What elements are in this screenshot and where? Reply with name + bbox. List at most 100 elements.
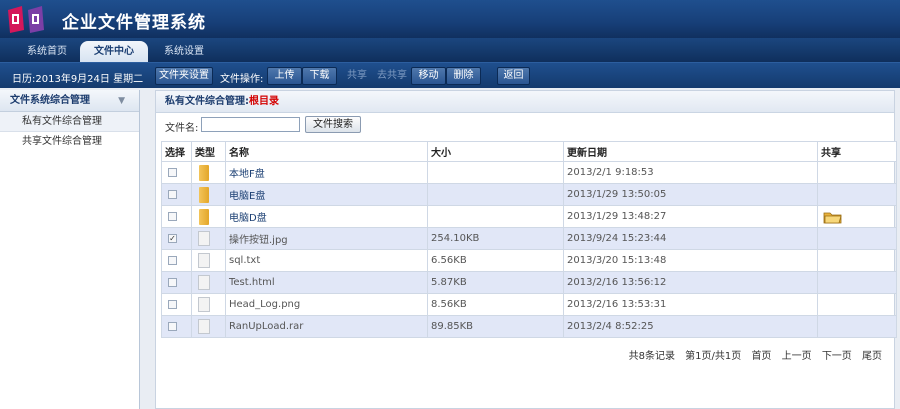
col-select: 选择 — [161, 141, 192, 162]
folder-icon — [199, 164, 209, 181]
file-icon — [198, 297, 210, 312]
table-row[interactable]: 电脑D盘 2013/1/29 13:48:27 — [161, 205, 897, 228]
folder-icon — [199, 186, 209, 203]
table-row[interactable]: 电脑E盘 2013/1/29 13:50:05 — [161, 183, 897, 206]
tab-file-center[interactable]: 文件中心 — [80, 41, 148, 62]
file-icon — [198, 275, 210, 290]
file-date: 2013/2/1 9:18:53 — [563, 161, 818, 184]
search-input[interactable] — [201, 117, 300, 132]
share-cell — [817, 249, 897, 272]
file-name[interactable]: sql.txt — [225, 249, 428, 272]
upload-button[interactable]: 上传 — [267, 67, 302, 85]
file-size: 89.85KB — [427, 315, 564, 338]
row-checkbox[interactable] — [168, 211, 177, 221]
row-checkbox[interactable] — [168, 167, 177, 177]
main-panel: 私有文件综合管理:根目录 文件名: 文件搜索 选择 类型 名称 大小 更新日期 … — [155, 90, 897, 409]
share-cell — [817, 293, 897, 316]
type-cell — [191, 249, 226, 272]
table-row[interactable]: Test.html 5.87KB 2013/2/16 13:56:12 — [161, 271, 897, 294]
breadcrumb-root[interactable]: 根目录 — [249, 96, 279, 107]
table-row[interactable]: ✓ 操作按钮.jpg 254.10KB 2013/9/24 15:23:44 — [161, 227, 897, 250]
table-row[interactable]: RanUpLoad.rar 89.85KB 2013/2/4 8:52:25 — [161, 315, 897, 338]
col-share: 共享 — [817, 141, 897, 162]
breadcrumb-parent[interactable]: 私有文件综合管理: — [165, 96, 249, 107]
file-name[interactable]: 操作按钮.jpg — [225, 227, 428, 250]
row-checkbox[interactable] — [168, 277, 177, 287]
file-size: 254.10KB — [427, 227, 564, 250]
move-button[interactable]: 移动 — [411, 67, 446, 85]
share-cell — [817, 315, 897, 338]
select-cell — [161, 183, 192, 206]
file-size — [427, 183, 564, 206]
row-checkbox[interactable] — [168, 321, 177, 331]
chevron-down-icon[interactable]: ▼ — [118, 90, 125, 112]
type-cell — [191, 183, 226, 206]
row-checkbox[interactable] — [168, 189, 177, 199]
file-name[interactable]: 电脑D盘 — [225, 205, 428, 228]
folder-settings-button[interactable]: 文件夹设置 — [155, 67, 213, 85]
file-table: 选择 类型 名称 大小 更新日期 共享 本地F盘 2013/2/1 9:18:53… — [161, 141, 897, 338]
share-cell — [817, 227, 897, 250]
file-size — [427, 205, 564, 228]
row-checkbox[interactable]: ✓ — [168, 233, 177, 243]
col-date[interactable]: 更新日期 — [563, 141, 818, 162]
row-checkbox[interactable] — [168, 299, 177, 309]
file-name[interactable]: 电脑E盘 — [225, 183, 428, 206]
file-name[interactable]: 本地F盘 — [225, 161, 428, 184]
pager-next[interactable]: 下一页 — [822, 351, 852, 362]
file-size: 8.56KB — [427, 293, 564, 316]
toolbar: 日历:2013年9月24日 星期二 文件夹设置 文件操作: 上传 下载 共享 去… — [0, 62, 900, 88]
file-icon — [198, 319, 210, 334]
sidebar-item-shared-files[interactable]: 共享文件综合管理 — [0, 132, 139, 152]
tab-system-settings[interactable]: 系统设置 — [150, 41, 218, 62]
file-size — [427, 161, 564, 184]
pager-last[interactable]: 尾页 — [862, 351, 882, 362]
share-cell — [817, 271, 897, 294]
download-button[interactable]: 下载 — [302, 67, 337, 85]
search-label: 文件名: — [165, 123, 199, 134]
share-button[interactable]: 共享 — [340, 67, 374, 85]
file-name[interactable]: Test.html — [225, 271, 428, 294]
file-icon — [198, 231, 210, 246]
file-date: 2013/9/24 15:23:44 — [563, 227, 818, 250]
file-name[interactable]: RanUpLoad.rar — [225, 315, 428, 338]
file-date: 2013/1/29 13:48:27 — [563, 205, 818, 228]
share-cell — [817, 183, 897, 206]
type-cell — [191, 271, 226, 294]
app-logo-icon — [8, 6, 44, 33]
calendar-date: 日历:2013年9月24日 星期二 — [12, 74, 144, 85]
delete-button[interactable]: 删除 — [446, 67, 481, 85]
sidebar-item-private-files[interactable]: 私有文件综合管理 — [0, 112, 139, 132]
select-cell — [161, 271, 192, 294]
sidebar-title: 文件系统综合管理 — [10, 95, 90, 106]
tab-home[interactable]: 系统首页 — [12, 41, 82, 62]
file-date: 2013/2/4 8:52:25 — [563, 315, 818, 338]
type-cell — [191, 205, 226, 228]
col-size[interactable]: 大小 — [427, 141, 564, 162]
col-name[interactable]: 名称 — [225, 141, 428, 162]
table-row[interactable]: sql.txt 6.56KB 2013/3/20 15:13:48 — [161, 249, 897, 272]
select-cell: ✓ — [161, 227, 192, 250]
unshare-button[interactable]: 去共享 — [374, 67, 410, 85]
type-cell — [191, 161, 226, 184]
back-button[interactable]: 返回 — [497, 67, 530, 85]
table-row[interactable]: Head_Log.png 8.56KB 2013/2/16 13:53:31 — [161, 293, 897, 316]
file-size: 5.87KB — [427, 271, 564, 294]
table-row[interactable]: 本地F盘 2013/2/1 9:18:53 — [161, 161, 897, 184]
pager-first[interactable]: 首页 — [751, 351, 771, 362]
table-header-row: 选择 类型 名称 大小 更新日期 共享 — [161, 141, 897, 162]
search-button[interactable]: 文件搜索 — [305, 116, 361, 133]
type-cell — [191, 315, 226, 338]
sidebar: 文件系统综合管理 ▼ 私有文件综合管理 共享文件综合管理 — [0, 90, 140, 409]
folder-icon — [199, 208, 209, 225]
file-name[interactable]: Head_Log.png — [225, 293, 428, 316]
search-row: 文件名: 文件搜索 — [156, 113, 894, 137]
sidebar-header[interactable]: 文件系统综合管理 ▼ — [0, 90, 139, 112]
select-cell — [161, 161, 192, 184]
main-nav: 系统首页 文件中心 系统设置 — [0, 38, 900, 62]
pager-total: 共8条记录 — [628, 351, 675, 362]
row-checkbox[interactable] — [168, 255, 177, 265]
pager-prev[interactable]: 上一页 — [782, 351, 812, 362]
shared-folder-icon — [823, 212, 842, 223]
app-header: 企业文件管理系统 — [0, 0, 900, 38]
